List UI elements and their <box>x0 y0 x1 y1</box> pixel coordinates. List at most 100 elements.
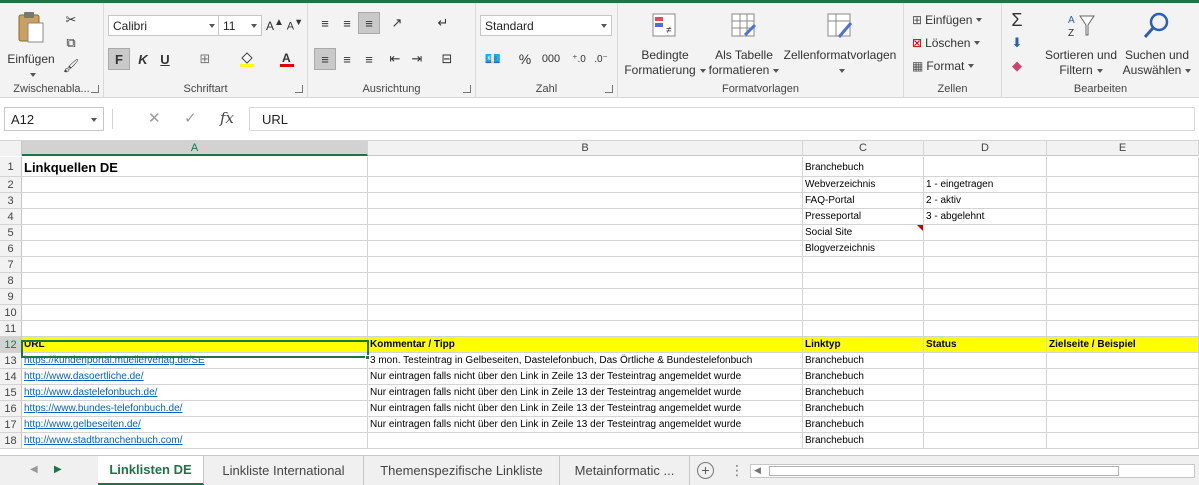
cell-e6[interactable] <box>1047 241 1199 257</box>
format-painter-button[interactable]: 🖌 <box>60 55 82 77</box>
row-header[interactable]: 4 <box>0 209 22 225</box>
cell-d18[interactable] <box>924 433 1047 449</box>
tab-metainformatic[interactable]: Metainformatic ... <box>560 456 690 485</box>
cell-a1[interactable]: Linkquellen DE <box>22 157 368 177</box>
cell-d7[interactable] <box>924 257 1047 273</box>
conditional-formatting-button[interactable]: ≠ Bedingte Formatierung <box>622 11 708 78</box>
align-left-button[interactable]: ≡ <box>314 48 336 70</box>
increase-decimal-button[interactable]: ⁺.0 <box>568 48 590 70</box>
cell-b18[interactable] <box>368 433 803 449</box>
autosum-button[interactable]: Σ <box>1006 9 1028 31</box>
cell-a9[interactable] <box>22 289 368 305</box>
cell-a8[interactable] <box>22 273 368 289</box>
row-header[interactable]: 18 <box>0 433 22 449</box>
cell-d6[interactable] <box>924 241 1047 257</box>
currency-button[interactable]: 💶 <box>482 48 504 70</box>
increase-font-button[interactable]: A▲ <box>264 14 286 36</box>
font-name-select[interactable]: Calibri <box>108 15 220 36</box>
align-middle-button[interactable]: ≡ <box>336 12 358 34</box>
delete-cells-button[interactable]: ⊠ Löschen <box>912 33 981 53</box>
cell-b5[interactable] <box>368 225 803 241</box>
name-box[interactable]: A12 <box>4 107 104 131</box>
cell-e18[interactable] <box>1047 433 1199 449</box>
cell-c3[interactable]: FAQ-Portal <box>803 193 924 209</box>
font-size-select[interactable]: 11 <box>218 15 262 36</box>
decrease-indent-button[interactable]: ⇤ <box>384 48 406 70</box>
italic-button[interactable]: K <box>132 48 154 70</box>
cell-e11[interactable] <box>1047 321 1199 337</box>
row-header[interactable]: 5 <box>0 225 22 241</box>
fill-button[interactable]: ⬇ <box>1006 32 1028 54</box>
cell-d15[interactable] <box>924 385 1047 401</box>
row-header[interactable]: 8 <box>0 273 22 289</box>
cell-a14[interactable]: http://www.dasoertliche.de/ <box>22 369 368 385</box>
cell-e8[interactable] <box>1047 273 1199 289</box>
clear-button[interactable]: ◆ <box>1006 55 1028 77</box>
orientation-button[interactable]: ↗ <box>386 12 408 34</box>
cancel-icon[interactable]: ✕ <box>148 109 161 127</box>
prev-sheet-icon[interactable]: ◀ <box>30 464 38 475</box>
cut-button[interactable]: ✂ <box>60 9 82 31</box>
select-all-corner[interactable] <box>0 141 22 156</box>
cell-d4[interactable]: 3 - abgelehnt <box>924 209 1047 225</box>
cell-b1[interactable] <box>368 157 803 177</box>
insert-function-icon[interactable]: fx <box>220 109 234 127</box>
cell-d1[interactable] <box>924 157 1047 177</box>
cell-b8[interactable] <box>368 273 803 289</box>
cell-a12[interactable]: URL <box>22 337 368 353</box>
row-header[interactable]: 12 <box>0 337 22 353</box>
cell-c11[interactable] <box>803 321 924 337</box>
cell-a3[interactable] <box>22 193 368 209</box>
row-header[interactable]: 11 <box>0 321 22 337</box>
cell-b3[interactable] <box>368 193 803 209</box>
row-header[interactable]: 14 <box>0 369 22 385</box>
cell-c12[interactable]: Linktyp <box>803 337 924 353</box>
number-format-select[interactable]: Standard <box>480 15 612 36</box>
cell-d10[interactable] <box>924 305 1047 321</box>
enter-icon[interactable]: ✓ <box>184 109 197 127</box>
next-sheet-icon[interactable]: ▶ <box>54 464 62 475</box>
row-header[interactable]: 17 <box>0 417 22 433</box>
row-header[interactable]: 9 <box>0 289 22 305</box>
row-header[interactable]: 16 <box>0 401 22 417</box>
cell-d12[interactable]: Status <box>924 337 1047 353</box>
cell-e10[interactable] <box>1047 305 1199 321</box>
cell-c10[interactable] <box>803 305 924 321</box>
column-header-a[interactable]: A <box>22 141 368 156</box>
cell-b13[interactable]: 3 mon. Testeintrag in Gelbeseiten, Daste… <box>368 353 803 369</box>
column-header-b[interactable]: B <box>368 141 803 156</box>
cell-b4[interactable] <box>368 209 803 225</box>
decrease-font-button[interactable]: A▼ <box>284 14 306 36</box>
cell-styles-button[interactable]: Zellenformatvorlagen <box>780 11 900 78</box>
row-header[interactable]: 15 <box>0 385 22 401</box>
cell-c4[interactable]: Presseportal <box>803 209 924 225</box>
thousands-button[interactable]: 000 <box>538 48 564 70</box>
cell-a7[interactable] <box>22 257 368 273</box>
cell-a16[interactable]: https://www.bundes-telefonbuch.de/ <box>22 401 368 417</box>
align-top-button[interactable]: ≡ <box>314 12 336 34</box>
cell-e9[interactable] <box>1047 289 1199 305</box>
row-header[interactable]: 7 <box>0 257 22 273</box>
insert-cells-button[interactable]: ⊞ Einfügen <box>912 10 983 30</box>
underline-button[interactable]: U <box>154 48 176 70</box>
tab-themenspezifische-linkliste[interactable]: Themenspezifische Linkliste <box>364 456 560 485</box>
cell-b10[interactable] <box>368 305 803 321</box>
cell-b9[interactable] <box>368 289 803 305</box>
font-launcher-icon[interactable] <box>295 85 303 93</box>
cell-d17[interactable] <box>924 417 1047 433</box>
cell-b2[interactable] <box>368 177 803 193</box>
sort-filter-button[interactable]: A Z Sortieren und Filtern <box>1040 11 1122 78</box>
align-center-button[interactable]: ≡ <box>336 48 358 70</box>
horizontal-scrollbar[interactable]: ◀ <box>750 464 1195 478</box>
cell-b7[interactable] <box>368 257 803 273</box>
add-sheet-icon[interactable]: + <box>697 462 714 479</box>
cell-c8[interactable] <box>803 273 924 289</box>
copy-button[interactable]: ⧉ <box>60 32 82 54</box>
cell-d8[interactable] <box>924 273 1047 289</box>
cell-c15[interactable]: Branchebuch <box>803 385 924 401</box>
cell-d2[interactable]: 1 - eingetragen <box>924 177 1047 193</box>
align-bottom-button[interactable]: ≡ <box>358 12 380 34</box>
cell-a6[interactable] <box>22 241 368 257</box>
cell-b14[interactable]: Nur eintragen falls nicht über den Link … <box>368 369 803 385</box>
column-header-d[interactable]: D <box>924 141 1047 156</box>
